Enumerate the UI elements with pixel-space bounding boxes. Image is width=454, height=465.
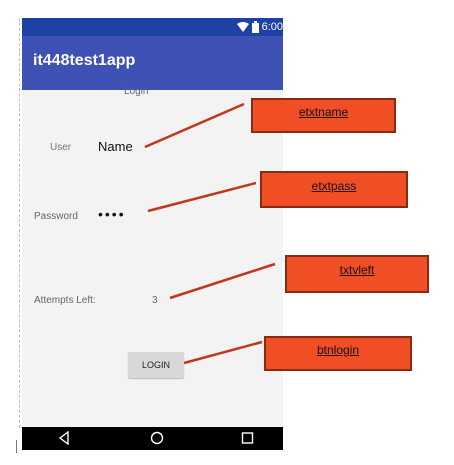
annotation-btnlogin: btnlogin <box>264 336 412 371</box>
status-time: 6:00 <box>261 21 283 33</box>
app-title: it448test1app <box>33 52 136 69</box>
home-circle-icon[interactable] <box>150 431 164 450</box>
user-label: User <box>50 142 72 153</box>
navigation-bar <box>22 427 283 450</box>
battery-icon <box>251 21 259 33</box>
password-label: Password <box>34 211 78 222</box>
login-button[interactable]: LOGIN <box>128 352 184 378</box>
password-field[interactable]: •••• <box>98 206 126 222</box>
phone-frame-dashed-edge <box>19 18 20 428</box>
status-bar: 6:00 <box>22 18 283 36</box>
back-triangle-icon[interactable] <box>58 430 70 450</box>
wifi-icon <box>236 22 249 32</box>
status-icons: 6:00 <box>236 20 283 34</box>
annotation-etxtname: etxtname <box>251 98 396 133</box>
annotation-txtvleft: txtvleft <box>285 255 429 293</box>
annotation-etxtpass: etxtpass <box>260 171 408 208</box>
attempts-left-value: 3 <box>152 295 158 306</box>
screenshot-canvas: 6:00 it448test1app Login User Name Passw… <box>0 0 454 465</box>
text-cursor-mark <box>16 440 17 453</box>
login-heading: Login <box>124 86 149 97</box>
username-field[interactable]: Name <box>98 139 133 154</box>
recents-square-icon[interactable] <box>241 431 254 450</box>
phone-screen: 6:00 it448test1app Login User Name Passw… <box>22 18 283 450</box>
app-bar: it448test1app <box>22 36 283 90</box>
attempts-left-label: Attempts Left: <box>34 295 96 306</box>
